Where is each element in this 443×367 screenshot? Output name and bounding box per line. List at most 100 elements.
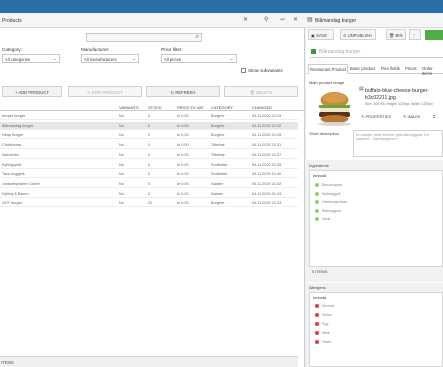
show-subvariants-label: Show subvariants [248, 68, 283, 73]
table-cell: Taco nuggets [2, 172, 25, 177]
category-select-value: All categories [5, 57, 31, 62]
table-cell: 04.11.2020 21:19 [252, 114, 282, 118]
ingredient-item[interactable]: Syltelaggrill [315, 192, 340, 196]
table-cell: kr 0,00 [177, 201, 189, 206]
tab-order-items[interactable]: Order items [422, 66, 443, 76]
ingredient-label: Salat [322, 217, 331, 221]
allergen-item[interactable]: Egg [315, 322, 328, 327]
items-count: ITEMS [1, 360, 14, 365]
column-header[interactable]: CHANGED [252, 105, 272, 110]
bin-button[interactable]: 🗑 BIN [386, 29, 406, 40]
table-row[interactable]: Kyllingspett No 0 kr 0,00 Småretter 04.11.202… [0, 161, 298, 169]
search-icon[interactable]: ⌕ [196, 34, 199, 41]
price-filter-select-value: All prices [164, 57, 181, 62]
product-name-field[interactable]: Blåmandag burger [310, 47, 443, 58]
table-row[interactable]: NOT burger No 22 kr 0,00 Burgere 04.11.2020 2… [0, 199, 298, 208]
allergen-label: Sennep [322, 304, 335, 308]
table-cell: 04.11.2020 21:40 [252, 172, 282, 177]
edit-product-button[interactable]: ✎ EDIT PRODUCT [68, 86, 142, 97]
show-subvariants-checkbox[interactable] [241, 68, 246, 73]
products-title-bar: Products ✕ ⚲ ⇿ ✕ [0, 13, 305, 28]
tab-prices[interactable]: Prices [405, 66, 417, 71]
table-row[interactable]: Blåmandag burger No 0 kr 0,00 Burgere 04.11.2… [0, 121, 298, 130]
manufacturer-select[interactable]: All manufacturers ⌄ [81, 54, 139, 63]
table-cell: 22 [148, 201, 153, 206]
column-header[interactable]: PRICE EX VAT [177, 105, 204, 110]
allergen-item[interactable]: Melk [315, 331, 330, 336]
table-cell: 04.11.2020 21:31 [252, 143, 282, 148]
ingredient-item[interactable]: Salat [315, 217, 331, 222]
table-cell: No [119, 201, 124, 206]
allergen-item[interactable]: Hvete [315, 340, 332, 345]
file-meta: Size: 200 KB, Height: 1200px, Width: 120… [365, 102, 433, 106]
allergen-item[interactable]: Selleri [315, 313, 332, 318]
price-filter-select[interactable]: All prices ⌄ [161, 54, 237, 63]
refresh-button[interactable]: ↻ REFRESH [146, 86, 220, 97]
table-cell: No [119, 172, 124, 177]
table-cell: Idahofries [2, 152, 19, 157]
allergens-label: Allergens [309, 285, 326, 290]
table-row[interactable]: Heap Burger No 0 kr 0,00 Burgere 04.11.2020 2… [0, 131, 298, 140]
ingredient-dot-icon [315, 183, 319, 188]
ingredient-item[interactable]: Blåmuggost [315, 209, 341, 213]
more-options-button[interactable]: ⋮ [409, 29, 421, 40]
file-name: buffalo-blue-cheese-burger-b3c02211.jpg [365, 88, 429, 101]
close-icon[interactable]: ✕ [243, 16, 248, 23]
allergens-list: Innhold Sennep Selleri Egg Melk Hvete [309, 292, 443, 367]
table-row[interactable]: Amper burger No 0 kr 0,00 Burgere 04.11.2020 … [0, 112, 298, 120]
table-cell: 0 [148, 133, 151, 138]
price-filter-label: Price filter: [161, 47, 183, 52]
add-product-button[interactable]: + ADD PRODUCT [2, 86, 62, 97]
collapse-icon[interactable]: ⇿ [280, 16, 285, 23]
table-row[interactable]: Kylling & Bacon No 0 kr 0,00 Salater 04.11.20… [0, 190, 298, 198]
add-product-label: ADD PRODUCT [18, 90, 50, 95]
column-header[interactable]: STOCK [148, 105, 162, 110]
close-panel-icon[interactable]: ✕ [293, 16, 298, 23]
product-image[interactable] [313, 88, 356, 127]
tab-restaurant-product[interactable]: Restaurant Product [308, 64, 349, 74]
tab-basic-product[interactable]: Basic product [350, 66, 375, 71]
table-cell: kr 0,00 [177, 162, 189, 167]
crop-icon[interactable]: ⌗ [433, 114, 435, 122]
column-header[interactable]: VARIANTS [119, 105, 139, 110]
short-description-label: Short description [309, 131, 340, 136]
table-cell: Burgere [211, 114, 225, 118]
search-input[interactable]: ⌕ [86, 33, 202, 42]
edit-product-label: EDIT PRODUCT [91, 90, 124, 95]
unpublish-button[interactable]: ⊘ UNPUBLISH [340, 29, 376, 40]
allergen-label: Hvete [322, 340, 332, 344]
ingredient-item[interactable]: Bacontopper [315, 183, 342, 188]
pin-icon[interactable]: ⚲ [264, 16, 268, 23]
tab-flex-fields[interactable]: Flex fields [381, 66, 400, 71]
table-row[interactable]: Jordbærpisterm Clarer No 0 kr 0,00 Salater 04… [0, 180, 298, 188]
ingredient-item[interactable]: Hamburgerbrød [315, 200, 347, 205]
table-cell: Chickbenar [2, 143, 22, 148]
status-icon [311, 49, 316, 54]
table-cell: Kyllingspett [2, 162, 22, 167]
short-description-value: En burger med mixene grill blåmuggost. E… [356, 133, 429, 141]
table-cell: Jordbærpisterm Clarer [2, 181, 40, 186]
table-cell: kr 0,00 [177, 123, 189, 128]
ingredients-list-header: Innhold [313, 173, 327, 178]
table-row[interactable]: Idahofries No 0 kr 0,00 Tilbehør 04.11.2020 2… [0, 151, 298, 159]
save-label: SAVE [316, 33, 327, 38]
column-header[interactable]: CATEGORY [211, 105, 233, 110]
save-button[interactable]: ▣ SAVE [308, 29, 334, 40]
category-select[interactable]: All categories ⌄ [2, 54, 60, 63]
table-cell: 0 [148, 191, 151, 196]
image-button[interactable]: ✎ IMAGE [403, 114, 420, 122]
table-cell: 04.11.2020 21:22 [252, 123, 282, 128]
table-cell: No [119, 114, 124, 118]
main-image-label: Main product image [309, 80, 345, 85]
allergen-item[interactable]: Sennep [315, 304, 335, 309]
properties-button[interactable]: ✎ PROPERTIES [361, 114, 391, 122]
delete-button[interactable]: 🗑 DELETE [224, 86, 298, 97]
image-info: ▤ buffalo-blue-cheese-burger-b3c02211.jp… [357, 86, 443, 133]
short-description-field[interactable]: En burger med mixene grill blåmuggost. E… [353, 130, 443, 157]
table-row[interactable]: Taco nuggets No 0 kr 0,00 Småretter 04.11.202… [0, 170, 298, 179]
table-row[interactable]: Chickbenar No 0 kr 0,00 Tilbehør 04.11.2020 2… [0, 141, 298, 150]
publish-button[interactable] [425, 30, 443, 40]
ingredient-dot-icon [315, 208, 319, 213]
panel-title: Products [2, 18, 22, 24]
table-cell: 0 [148, 143, 151, 148]
